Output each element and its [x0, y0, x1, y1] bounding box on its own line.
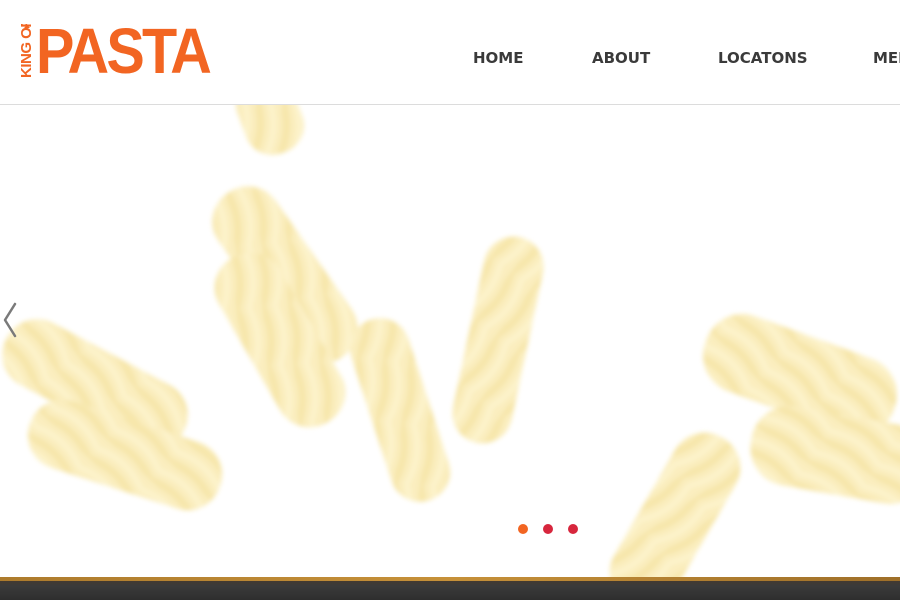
slider-pagination: [518, 524, 578, 538]
nav-menu[interactable]: MENU: [873, 49, 900, 67]
main-nav: HOME ABOUT LOCATONS MENU: [0, 49, 900, 71]
dark-section-band: [0, 577, 900, 600]
site-header: KING OF PASTA HOME ABOUT LOCATONS MENU: [0, 0, 900, 105]
nav-home[interactable]: HOME: [473, 49, 523, 67]
nav-about[interactable]: ABOUT: [592, 49, 650, 67]
slide-dot-3[interactable]: [568, 524, 578, 534]
slide-dot-2[interactable]: [543, 524, 553, 534]
chevron-left-icon[interactable]: [0, 300, 22, 340]
slide-dot-1[interactable]: [518, 524, 528, 534]
hero-slider: [0, 105, 900, 577]
fusilli-pasta-background: [2, 105, 900, 577]
nav-locations[interactable]: LOCATONS: [718, 49, 808, 67]
